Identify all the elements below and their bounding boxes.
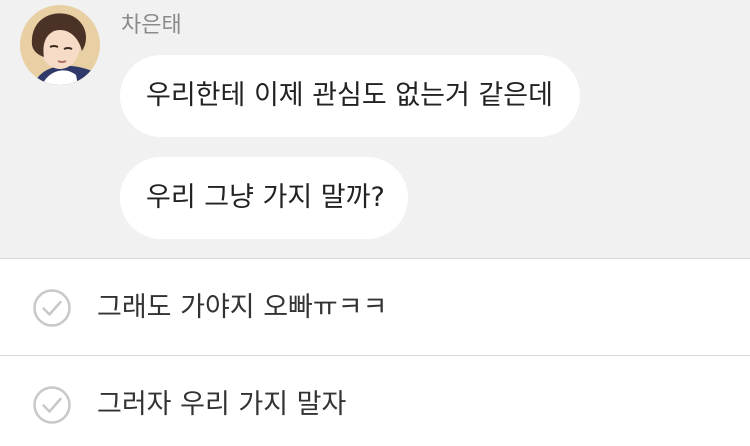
avatar[interactable] (20, 5, 100, 85)
check-circle-icon (33, 386, 71, 424)
chat-area: 차은태 우리한테 이제 관심도 없는거 같은데 우리 그냥 가지 말까? (0, 0, 750, 258)
check-circle-icon (33, 289, 71, 327)
message-bubble: 우리한테 이제 관심도 없는거 같은데 (120, 55, 580, 137)
reply-choice-2[interactable]: 그러자 우리 가지 말자 (0, 355, 750, 446)
avatar-portrait-icon (20, 5, 100, 85)
sender-name: 차은태 (121, 13, 182, 38)
reply-choice-label: 그래도 가야지 오빠ㅠㅋㅋ (97, 292, 388, 323)
reply-choices: 그래도 가야지 오빠ㅠㅋㅋ 그러자 우리 가지 말자 (0, 258, 750, 446)
reply-choice-label: 그러자 우리 가지 말자 (97, 389, 347, 420)
reply-choice-1[interactable]: 그래도 가야지 오빠ㅠㅋㅋ (0, 258, 750, 355)
message-bubble: 우리 그냥 가지 말까? (120, 157, 408, 239)
